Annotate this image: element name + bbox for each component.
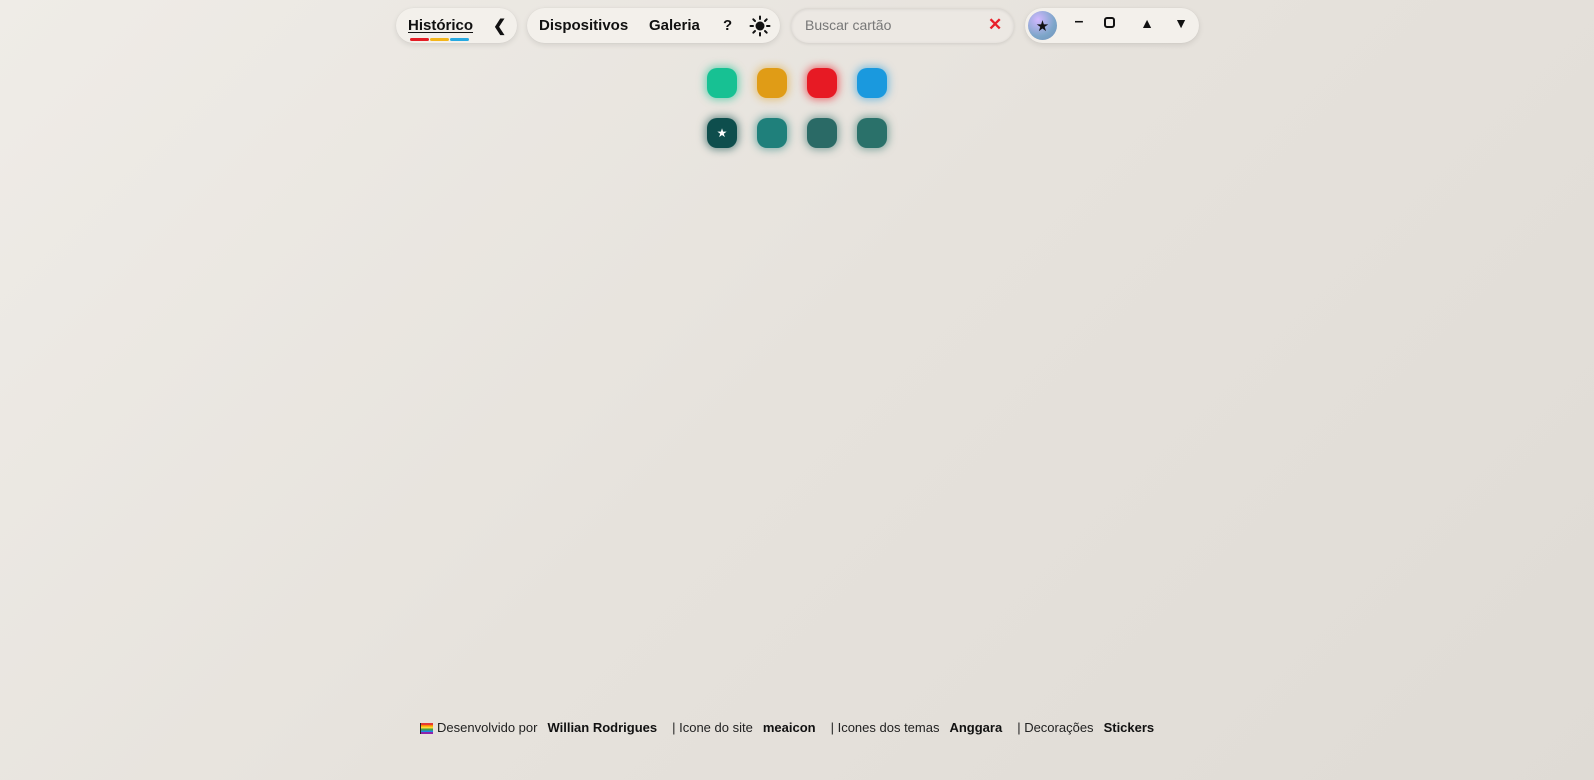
sun-icon[interactable] [749, 15, 771, 37]
footer-credits: Desenvolvido por Willian Rodrigues | Ico… [420, 720, 1154, 735]
stickers-link[interactable]: Stickers [1104, 720, 1155, 735]
theme-tile-teal-dark-active[interactable]: ★ [707, 118, 737, 148]
pride-flag-icon [420, 723, 433, 734]
deco-prefix: | Decorações [1017, 720, 1094, 735]
nav-gallery[interactable]: Galeria [649, 17, 700, 34]
window-controls-pill: ★ – ▲ ▼ [1025, 8, 1199, 43]
history-pill: Histórico ❮ [396, 8, 517, 43]
selected-star-icon: ★ [716, 126, 728, 140]
anggara-link[interactable]: Anggara [949, 720, 1002, 735]
underline-red [410, 38, 429, 41]
themes-prefix: | Icones dos temas [830, 720, 940, 735]
underline-yellow [430, 38, 449, 41]
theme-tile-green[interactable] [707, 68, 737, 98]
theme-tile-red[interactable] [807, 68, 837, 98]
underline-blue [450, 38, 469, 41]
history-label: Histórico [408, 17, 474, 34]
theme-tile-teal-muted[interactable] [807, 118, 837, 148]
history-color-underline [410, 38, 469, 41]
theme-tile-orange[interactable] [757, 68, 787, 98]
chevron-left-icon[interactable]: ❮ [493, 16, 506, 36]
scroll-up-button[interactable]: ▲ [1138, 15, 1156, 31]
dev-link[interactable]: Willian Rodrigues [547, 720, 657, 735]
theme-tile-teal-split-2[interactable] [857, 118, 887, 148]
help-button[interactable]: ? [723, 17, 732, 34]
meaicon-link[interactable]: meaicon [763, 720, 816, 735]
favorite-avatar[interactable]: ★ [1028, 11, 1057, 40]
nav-devices[interactable]: Dispositivos [539, 17, 628, 34]
search-box: ✕ [791, 8, 1014, 43]
theme-tile-teal-split[interactable] [757, 118, 787, 148]
minimize-button[interactable]: – [1070, 13, 1088, 31]
scroll-down-button[interactable]: ▼ [1172, 15, 1190, 31]
history-button[interactable]: Histórico [408, 17, 474, 41]
clear-search-icon[interactable]: ✕ [988, 15, 1002, 35]
nav-pill: Dispositivos Galeria ? [527, 8, 780, 43]
star-icon: ★ [1035, 17, 1050, 35]
maximize-button[interactable] [1104, 17, 1115, 28]
search-input[interactable] [805, 15, 980, 35]
icon-prefix: | Icone do site [672, 720, 753, 735]
theme-tile-blue[interactable] [857, 68, 887, 98]
dev-prefix: Desenvolvido por [437, 720, 538, 735]
